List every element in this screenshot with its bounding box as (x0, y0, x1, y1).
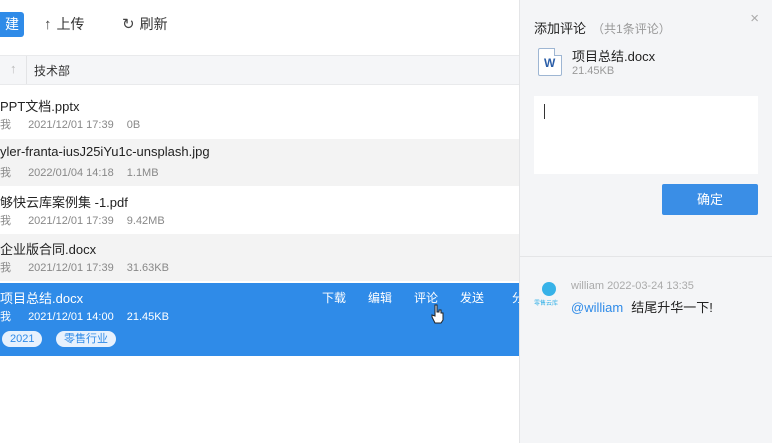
file-row[interactable]: 企业版合同.docx 我 2021/12/01 17:39 31.63KB (0, 234, 519, 281)
avatar-logo-icon (542, 282, 556, 296)
file-owner: 我 (0, 311, 11, 323)
file-size: 9.42MB (126, 215, 165, 227)
breadcrumb-current[interactable]: 技术部 (34, 62, 70, 79)
comment-time: 2022-03-24 13:35 (607, 280, 694, 292)
file-date: 2021/12/01 17:39 (28, 119, 114, 131)
upload-button[interactable]: ↑ 上传 (44, 12, 85, 37)
comment-mention[interactable]: @william (571, 300, 623, 315)
share-action[interactable]: 分 (495, 289, 519, 306)
file-size: 21.45KB (572, 65, 615, 77)
file-owner: 我 (0, 119, 11, 131)
refresh-label: 刷新 (139, 16, 168, 32)
file-size: 21.45KB (126, 311, 169, 323)
avatar-label: 零售云库 (534, 301, 559, 307)
comment-text: 结尾升华一下! (631, 300, 713, 315)
file-meta: 我 2021/12/01 17:39 31.63KB (0, 259, 175, 275)
file-date: 2021/12/01 17:39 (28, 215, 114, 227)
breadcrumb: ↑ 技术部 (0, 55, 519, 85)
comments-panel: 添加评论 （共1条评论） × W 项目总结.docx 21.45KB 确定 零售云… (519, 0, 772, 443)
download-action[interactable]: 下载 (311, 289, 357, 306)
file-name: yler-franta-iusJ25iYu1c-unsplash.jpg (0, 144, 210, 159)
divider (520, 256, 772, 257)
file-meta: 我 2021/12/01 17:39 0B (0, 116, 146, 132)
avatar: 零售云库 (534, 282, 564, 310)
path-divider (26, 56, 27, 84)
file-row[interactable]: yler-franta-iusJ25iYu1c-unsplash.jpg 我 2… (0, 139, 519, 186)
file-name: 项目总结.docx (0, 291, 84, 306)
refresh-icon: ↻ (122, 16, 135, 33)
new-button[interactable]: 建 (0, 12, 24, 37)
file-owner: 我 (0, 262, 11, 274)
file-date: 2022/01/04 14:18 (28, 167, 114, 179)
panel-title-text: 添加评论 (534, 21, 587, 36)
comments-panel-title: 添加评论 （共1条评论） (534, 18, 671, 37)
edit-action[interactable]: 编辑 (357, 289, 403, 306)
comment-input[interactable] (534, 96, 758, 174)
row-actions: 下载 编辑 评论 发送 分 (311, 289, 519, 306)
hand-cursor-icon (431, 304, 444, 324)
send-action[interactable]: 发送 (449, 289, 495, 306)
file-row[interactable]: PPT文档.pptx 我 2021/12/01 17:39 0B (0, 91, 519, 138)
comment-count: （共1条评论） (592, 22, 671, 36)
comment-body: @william 结尾升华一下! (571, 297, 713, 316)
file-name: PPT文档.pptx (0, 99, 80, 114)
file-size: 1.1MB (126, 167, 159, 179)
file-date: 2021/12/01 14:00 (28, 311, 114, 323)
file-name: 企业版合同.docx (0, 242, 97, 257)
file-size: 31.63KB (126, 262, 169, 274)
file-meta: 我 2021/12/01 17:39 9.42MB (0, 212, 171, 228)
close-icon[interactable]: × (750, 10, 759, 27)
file-owner: 我 (0, 215, 11, 227)
file-name: 够快云库案例集 -1.pdf (0, 195, 128, 210)
text-caret (544, 104, 545, 119)
word-file-icon: W (538, 48, 562, 76)
path-up-icon[interactable]: ↑ (10, 61, 17, 76)
file-meta: 我 2021/12/01 14:00 21.45KB (0, 308, 175, 324)
file-list-pane: 建 ↑ 上传 ↻ 刷新 ↑ 技术部 PPT文档.pptx 我 2021/12/0… (0, 0, 519, 443)
tag-badge[interactable]: 2021 (2, 331, 43, 347)
file-date: 2021/12/01 17:39 (28, 262, 114, 274)
confirm-button[interactable]: 确定 (662, 184, 758, 215)
word-letter: W (544, 56, 556, 70)
toolbar: 建 ↑ 上传 ↻ 刷新 (0, 0, 519, 50)
file-row[interactable]: 够快云库案例集 -1.pdf 我 2021/12/01 17:39 9.42MB (0, 187, 519, 234)
refresh-button[interactable]: ↻ 刷新 (122, 12, 168, 37)
upload-label: 上传 (56, 16, 85, 32)
file-owner: 我 (0, 167, 11, 179)
comment-header: william 2022-03-24 13:35 (571, 280, 694, 292)
tag-badge[interactable]: 零售行业 (56, 331, 116, 347)
comment-author: william (571, 280, 604, 292)
arrow-up-icon: ↑ (44, 16, 52, 33)
file-name: 项目总结.docx (572, 49, 656, 64)
file-size: 0B (126, 119, 141, 131)
file-meta: 我 2022/01/04 14:18 1.1MB (0, 164, 165, 180)
